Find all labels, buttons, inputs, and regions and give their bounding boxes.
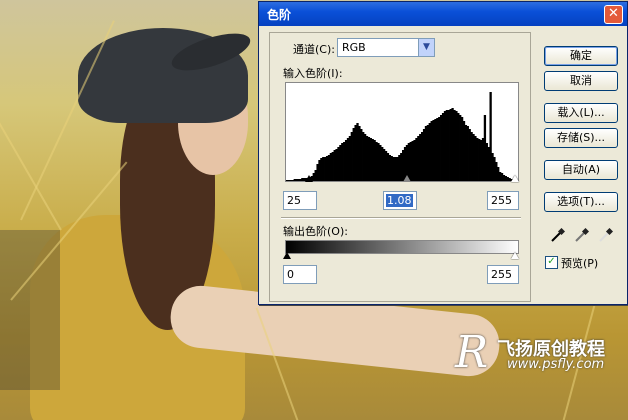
input-white-slider[interactable] (511, 175, 519, 182)
input-white-field[interactable]: 255 (487, 191, 519, 210)
title-bar[interactable]: 色阶 ✕ (259, 2, 627, 26)
white-eyedropper-icon[interactable] (597, 227, 614, 244)
input-gamma-field[interactable]: 1.08 (383, 191, 417, 210)
output-black-slider[interactable] (283, 252, 291, 259)
input-black-field[interactable]: 25 (283, 191, 317, 210)
preview-label[interactable]: 预览(P) (561, 255, 598, 271)
watermark-logo: R (455, 327, 489, 378)
channel-select[interactable]: RGB ▼ (337, 38, 435, 57)
gray-eyedropper-icon[interactable] (573, 227, 590, 244)
section-divider (281, 217, 521, 219)
output-white-value: 255 (491, 268, 512, 281)
photo-shadow (0, 230, 60, 390)
preview-checkbox[interactable]: ✓ (545, 256, 558, 269)
channel-label: 通道(C): (293, 43, 335, 56)
levels-dialog: 色阶 ✕ 通道(C): RGB ▼ 输入色阶(I): 25 1.08 255 输… (258, 1, 628, 305)
output-gradient-bar (285, 240, 519, 254)
input-levels-label: 输入色阶(I): (283, 67, 343, 80)
chevron-down-icon[interactable]: ▼ (418, 39, 434, 56)
close-icon: ✕ (608, 6, 619, 21)
input-white-value: 255 (491, 194, 512, 207)
input-gamma-value: 1.08 (386, 194, 413, 207)
grass-blade (0, 56, 62, 231)
black-eyedropper-icon[interactable] (549, 227, 566, 244)
channel-value: RGB (342, 41, 366, 54)
dialog-title: 色阶 (267, 8, 292, 22)
output-black-field[interactable]: 0 (283, 265, 317, 284)
load-button[interactable]: 载入(L)... (544, 103, 618, 123)
save-button[interactable]: 存储(S)... (544, 128, 618, 148)
close-button[interactable]: ✕ (604, 5, 623, 24)
input-black-value: 25 (287, 194, 301, 207)
histogram-chart (286, 92, 519, 181)
output-white-field[interactable]: 255 (487, 265, 519, 284)
watermark-url: www.psfly.com (507, 357, 605, 372)
output-white-slider[interactable] (511, 252, 519, 259)
output-levels-label: 输出色阶(O): (283, 225, 348, 238)
input-gamma-slider[interactable] (403, 175, 411, 182)
cancel-button[interactable]: 取消 (544, 71, 618, 91)
input-black-slider[interactable] (305, 175, 313, 182)
ok-button[interactable]: 确定 (544, 46, 618, 66)
histogram (285, 82, 519, 182)
options-button[interactable]: 选项(T)... (544, 192, 618, 212)
output-black-value: 0 (287, 268, 294, 281)
auto-button[interactable]: 自动(A) (544, 160, 618, 180)
